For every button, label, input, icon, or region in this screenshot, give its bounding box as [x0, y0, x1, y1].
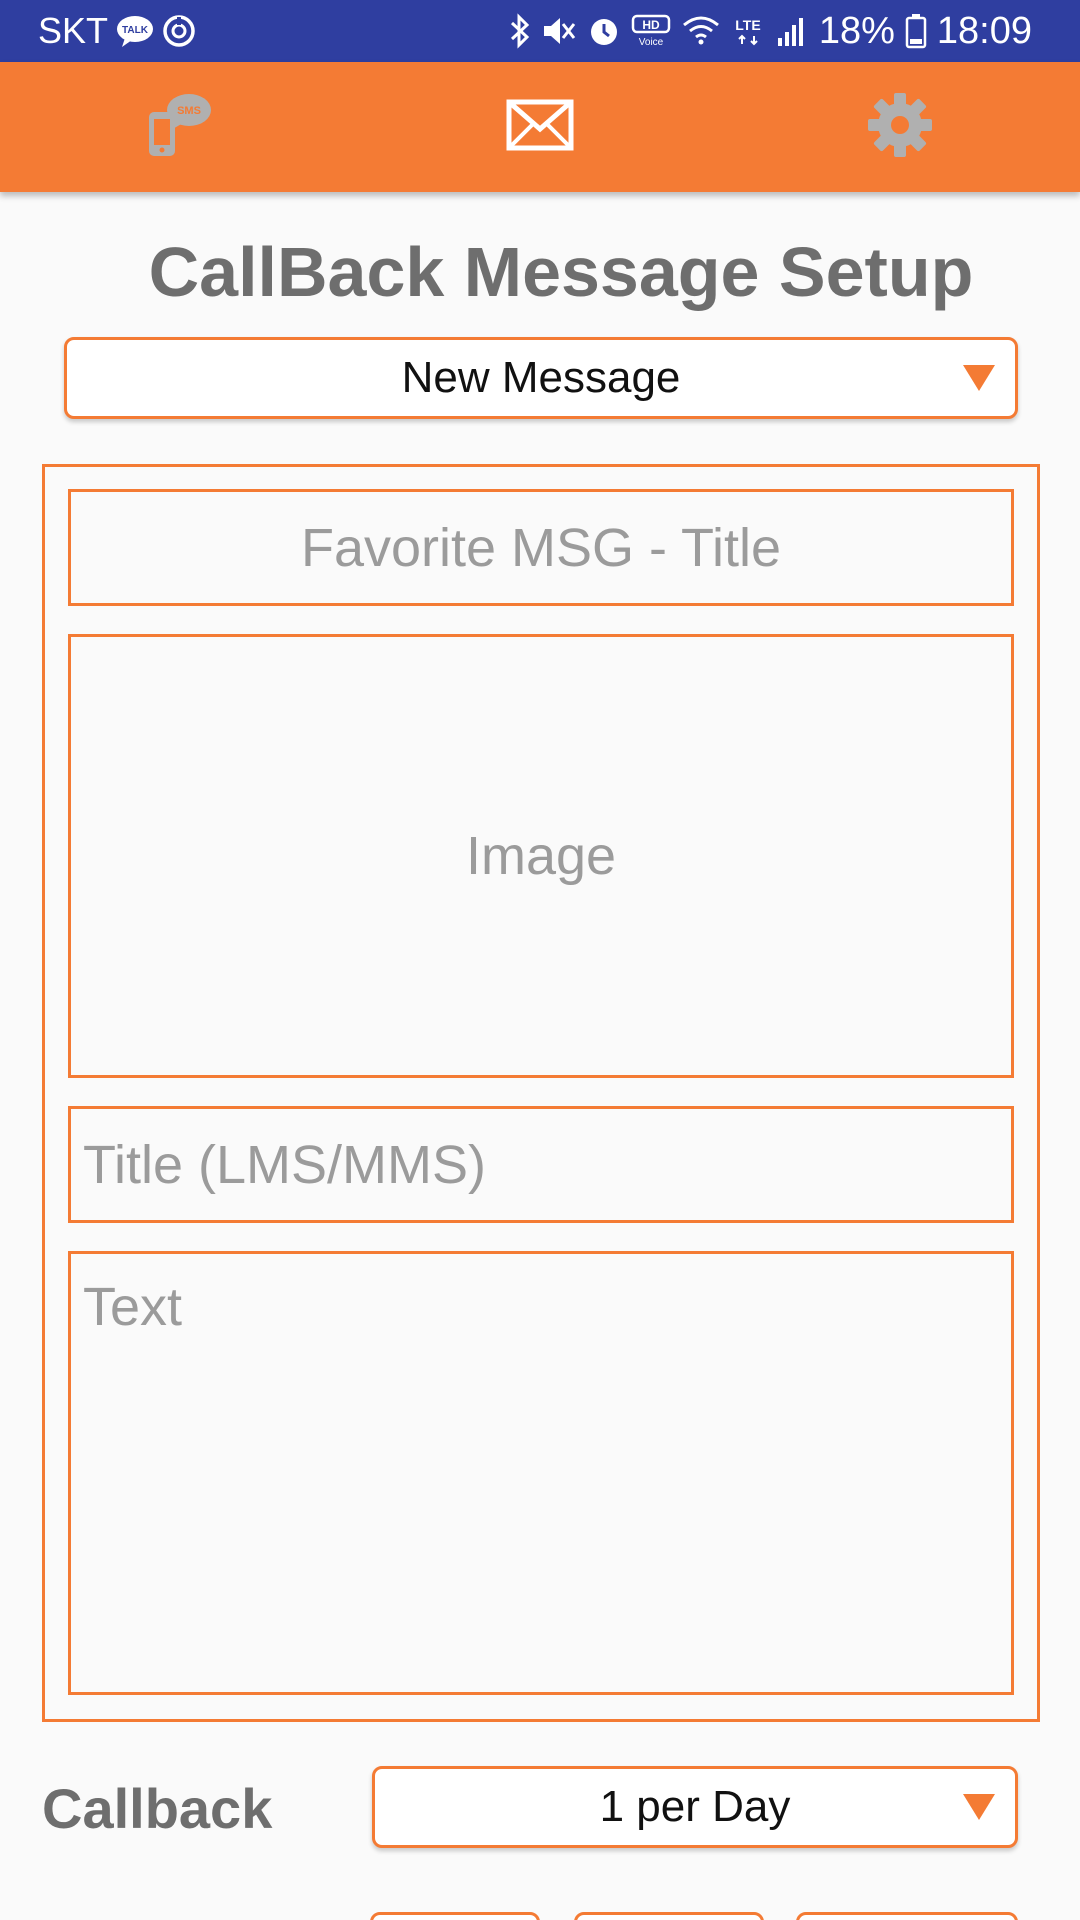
hd-voice-icon: HD Voice: [631, 14, 671, 48]
dropdown-arrow-icon: [963, 365, 995, 391]
clock: 18:09: [936, 9, 1032, 52]
status-bar: SKT TALK HD Voice LTE 18% 18:09: [0, 0, 1080, 62]
lms-title-placeholder: Title (LMS/MMS): [83, 1134, 486, 1195]
callback-frequency-select[interactable]: 1 per Day: [372, 1766, 1018, 1848]
status-bar-left: SKT TALK: [38, 0, 196, 62]
talk-badge: TALK: [122, 25, 149, 36]
message-text-input[interactable]: Text: [68, 1251, 1014, 1695]
lte-icon: LTE: [731, 14, 765, 48]
favorite-title-input[interactable]: Favorite MSG - Title: [68, 489, 1014, 606]
sync-icon: [162, 14, 196, 48]
bottom-button-2[interactable]: [574, 1912, 764, 1920]
page-title: CallBack Message Setup: [148, 233, 974, 311]
mail-icon: [506, 99, 574, 156]
lms-title-input[interactable]: Title (LMS/MMS): [68, 1106, 1014, 1223]
message-text-placeholder: Text: [83, 1277, 183, 1337]
lte-label: LTE: [735, 17, 760, 33]
message-select[interactable]: New Message: [64, 337, 1018, 419]
dropdown-arrow-icon: [963, 1794, 995, 1820]
battery-icon: [905, 13, 927, 49]
hd-label: HD: [642, 18, 660, 32]
image-placeholder: Image: [465, 826, 617, 886]
bottom-button-3[interactable]: [796, 1912, 1018, 1920]
image-picker[interactable]: Image: [68, 634, 1014, 1078]
voice-label: Voice: [639, 37, 664, 48]
status-bar-right: HD Voice LTE 18% 18:09: [509, 0, 1032, 62]
bluetooth-icon: [509, 13, 531, 49]
message-tab-button[interactable]: [470, 62, 610, 192]
message-select-value: New Message: [401, 353, 681, 402]
app-toolbar: SMS: [0, 62, 1080, 192]
sms-phone-icon: SMS: [145, 90, 215, 165]
carrier-label: SKT: [38, 10, 109, 51]
mute-icon: [541, 14, 577, 48]
signal-icon: [775, 14, 809, 48]
bottom-button-1[interactable]: [370, 1912, 540, 1920]
favorite-title-placeholder: Favorite MSG - Title: [300, 517, 782, 578]
callback-frequency-value: 1 per Day: [599, 1782, 791, 1831]
gear-icon: [867, 92, 933, 163]
sms-tab-button[interactable]: SMS: [110, 62, 250, 192]
sms-badge: SMS: [177, 105, 201, 117]
callback-label: Callback: [42, 1777, 273, 1840]
wifi-icon: [681, 14, 721, 48]
alarm-icon: [587, 14, 621, 48]
talk-icon: TALK: [116, 14, 154, 48]
settings-tab-button[interactable]: [830, 62, 970, 192]
battery-percent: 18%: [818, 9, 895, 52]
